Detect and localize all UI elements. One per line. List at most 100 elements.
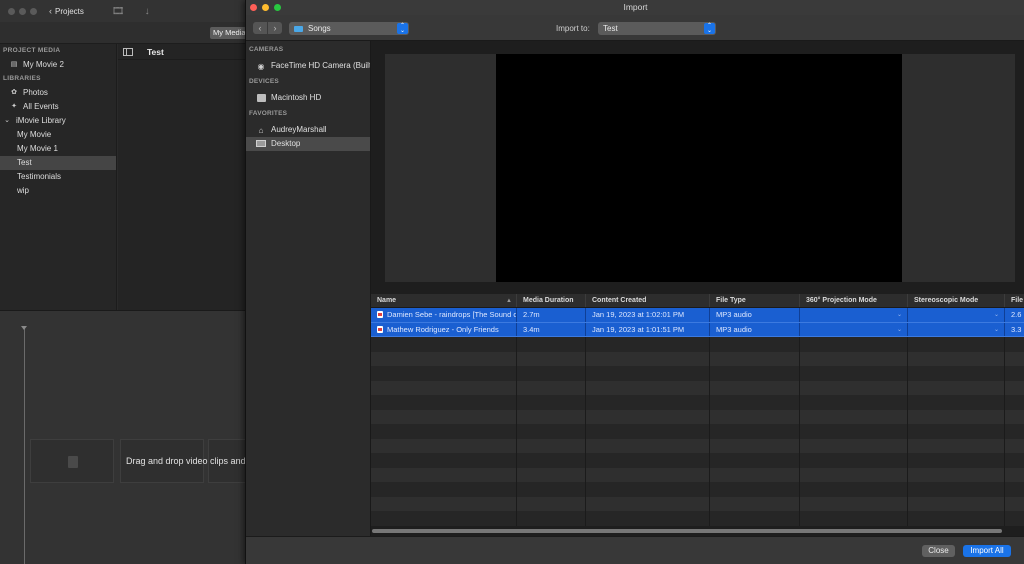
back-button[interactable]: ‹ — [253, 22, 268, 34]
empty-cell — [371, 380, 517, 395]
sidebar-event-item[interactable]: Testimonials — [0, 170, 116, 184]
empty-table-row — [371, 467, 1024, 483]
import-titlebar: Import — [246, 0, 1024, 15]
projects-back-button[interactable]: ‹ Projects — [49, 6, 84, 16]
chevron-down-icon: ⌄ — [896, 326, 902, 333]
forward-button[interactable]: › — [268, 22, 282, 34]
empty-cell — [1005, 482, 1024, 497]
table-row[interactable]: Damien Sebe - raindrops [The Sound of Ra… — [371, 308, 1024, 323]
empty-cell — [371, 467, 517, 482]
media-browser-icon[interactable]: 🎞 — [112, 6, 125, 17]
empty-table-row — [371, 380, 1024, 395]
sidebar-item-home[interactable]: ⌂ AudreyMarshall — [246, 123, 370, 137]
cell-file-size: 3.3 — [1011, 324, 1022, 334]
column-header-360-projection[interactable]: 360° Projection Mode — [800, 294, 908, 307]
clip-placeholder-icon — [68, 456, 78, 468]
import-all-button[interactable]: Import All — [963, 545, 1011, 557]
imovie-window: ‹ Projects 🎞 ↓ My Media PROJECT MEDIA ▤ … — [0, 0, 248, 564]
media-table: Name ▲ Media Duration Content Created Fil… — [371, 294, 1024, 526]
empty-cell — [800, 496, 908, 511]
sidebar-event-item[interactable]: My Movie — [0, 128, 116, 142]
sidebar-event-item-selected[interactable]: Test — [0, 156, 116, 170]
sidebar-item-project[interactable]: ▤ My Movie 2 — [0, 58, 116, 72]
column-header-file-size[interactable]: File Size — [1005, 294, 1024, 307]
disclosure-triangle-icon[interactable]: ⌄ — [3, 117, 11, 125]
cell-created: Jan 19, 2023 at 1:01:51 PM — [586, 322, 710, 336]
table-header: Name ▲ Media Duration Content Created Fil… — [371, 294, 1024, 308]
hard-drive-icon — [256, 93, 266, 103]
column-header-type[interactable]: File Type — [710, 294, 800, 307]
close-button[interactable]: Close — [922, 545, 955, 557]
empty-cell — [908, 496, 1005, 511]
empty-cell — [586, 337, 710, 352]
imovie-zoom-light[interactable] — [30, 7, 37, 15]
empty-cell — [586, 351, 710, 366]
cell-projection-mode[interactable]: ⌄ — [800, 308, 908, 322]
cell-projection-mode[interactable]: ⌄ — [800, 322, 908, 336]
favorites-header: FAVORITES — [249, 110, 288, 117]
column-header-duration[interactable]: Media Duration — [517, 294, 586, 307]
sidebar-toggle-icon[interactable] — [123, 47, 133, 56]
sidebar-item-photos[interactable]: ✿ Photos — [0, 86, 116, 100]
playhead[interactable] — [21, 326, 27, 564]
my-media-tab[interactable]: My Media — [210, 27, 248, 39]
empty-table-row — [371, 366, 1024, 381]
import-to-select[interactable]: Test ⌃ ⌄ — [598, 22, 716, 35]
empty-cell — [800, 467, 908, 482]
empty-cell — [517, 496, 586, 511]
import-window-title: Import — [623, 2, 648, 12]
empty-cell — [710, 424, 800, 439]
imovie-close-light[interactable] — [8, 7, 15, 15]
sort-ascending-icon: ▲ — [506, 298, 512, 304]
devices-header: DEVICES — [249, 78, 279, 85]
empty-cell — [908, 366, 1005, 381]
select-arrows-icon: ⌃ ⌄ — [397, 23, 408, 34]
empty-cell — [517, 380, 586, 395]
cell-type: MP3 audio — [710, 308, 800, 322]
empty-cell — [710, 467, 800, 482]
column-header-stereoscopic[interactable]: Stereoscopic Mode — [908, 294, 1005, 307]
sidebar-item-camera[interactable]: ◉ FaceTime HD Camera (Built-in) — [246, 59, 371, 73]
sidebar-item-desktop[interactable]: Desktop — [246, 137, 370, 151]
cell-type: MP3 audio — [710, 322, 800, 336]
empty-cell — [1005, 424, 1024, 439]
timeline-drop-zone[interactable] — [30, 439, 114, 483]
empty-cell — [1005, 468, 1024, 483]
source-folder-select[interactable]: Songs ⌃ ⌄ — [289, 22, 409, 35]
column-header-name[interactable]: Name ▲ — [371, 294, 517, 307]
import-toolbar: ‹ › Songs ⌃ ⌄ Import to: Test ⌃ ⌄ — [246, 15, 1024, 41]
empty-cell — [710, 438, 800, 453]
empty-cell — [371, 438, 517, 453]
table-row[interactable]: Mathew Rodriguez - Only Friends 3.4m Jan… — [371, 322, 1024, 337]
import-arrow-icon[interactable]: ↓ — [145, 6, 150, 17]
cell-stereoscopic-mode[interactable]: ⌄ — [908, 308, 1005, 322]
empty-cell — [371, 511, 517, 526]
imovie-minimize-light[interactable] — [19, 7, 26, 15]
empty-cell — [800, 351, 908, 366]
empty-cell — [710, 395, 800, 410]
sidebar-item-all-events[interactable]: ✦ All Events — [0, 100, 116, 114]
preview-video-area[interactable] — [496, 54, 902, 282]
horizontal-scrollbar[interactable] — [372, 529, 1002, 533]
empty-cell — [1005, 337, 1024, 352]
import-sidebar: CAMERAS ◉ FaceTime HD Camera (Built-in) … — [246, 41, 371, 536]
empty-cell — [800, 511, 908, 526]
sidebar-item-macintosh-hd[interactable]: Macintosh HD — [246, 91, 370, 105]
sidebar-item-library[interactable]: ⌄ iMovie Library — [0, 114, 116, 128]
chevron-down-icon: ⌄ — [993, 326, 999, 333]
empty-cell — [710, 380, 800, 395]
imovie-library-sidebar: PROJECT MEDIA ▤ My Movie 2 LIBRARIES ✿ P… — [0, 44, 117, 310]
timeline[interactable]: Drag and drop video clips and photos — [0, 310, 248, 564]
empty-cell — [517, 351, 586, 366]
sidebar-event-item[interactable]: wip — [0, 184, 116, 198]
column-header-created[interactable]: Content Created — [586, 294, 710, 307]
sidebar-event-item[interactable]: My Movie 1 — [0, 142, 116, 156]
empty-cell — [586, 424, 710, 439]
empty-cell — [586, 366, 710, 381]
empty-cell — [800, 453, 908, 468]
empty-cell — [517, 438, 586, 453]
imovie-window-controls — [8, 7, 37, 15]
empty-cell — [800, 409, 908, 424]
cell-stereoscopic-mode[interactable]: ⌄ — [908, 322, 1005, 336]
empty-cell — [908, 351, 1005, 366]
